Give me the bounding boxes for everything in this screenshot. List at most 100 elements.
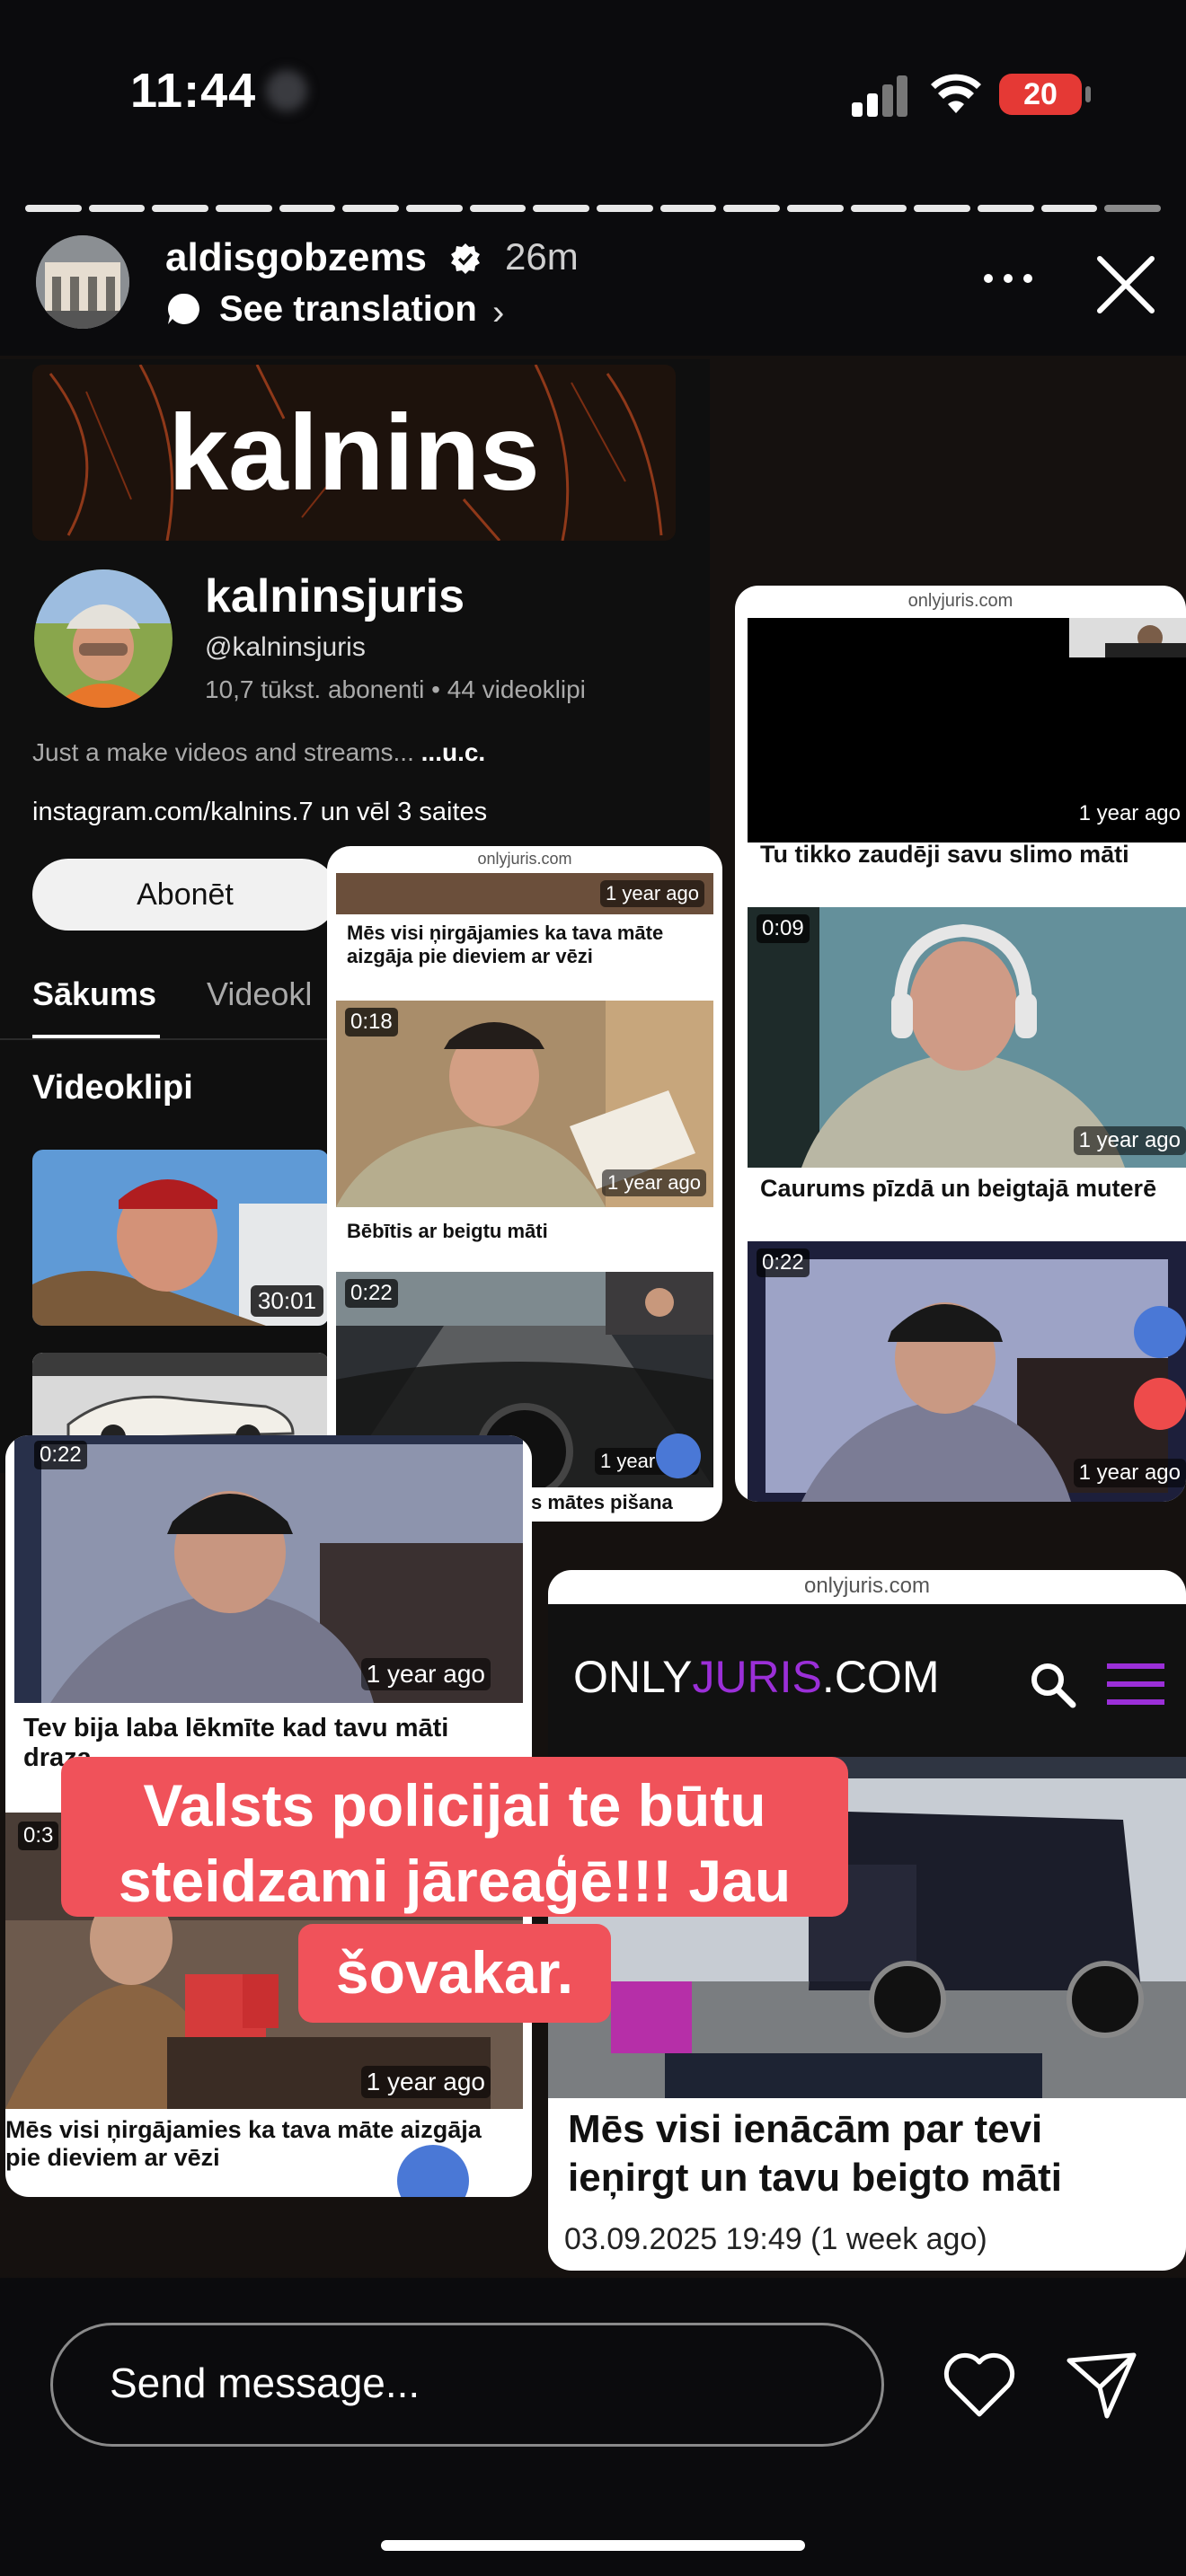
story-progress-segment — [723, 205, 781, 212]
video-title[interactable]: Tu tikko zaudēji savu slimo māti — [760, 841, 1182, 869]
banner-title: kalnins — [168, 393, 540, 513]
tab-videos[interactable]: Videokl — [207, 975, 312, 1013]
onlyjuris-card-center: onlyjuris.com 1 year ago Mēs visi ņirgāj… — [327, 846, 722, 1522]
video-duration: 30:01 — [250, 1285, 323, 1317]
tab-home[interactable]: Sākums — [32, 975, 156, 1013]
story-username[interactable]: aldisgobzems — [165, 235, 427, 280]
video-age: 1 year ago — [360, 2066, 491, 2098]
story-progress-segment — [469, 205, 527, 212]
battery-level: 20 — [1023, 77, 1058, 111]
video-thumbnail[interactable]: 30:01 — [32, 1150, 329, 1326]
see-translation-link[interactable]: See translation — [219, 289, 477, 330]
send-icon[interactable] — [1066, 2351, 1137, 2420]
story-progress-segment — [216, 205, 272, 212]
video-duration: 0:09 — [757, 914, 810, 943]
wifi-icon — [931, 74, 981, 113]
card-url: onlyjuris.com — [803, 1574, 931, 1598]
more-options-icon[interactable] — [981, 269, 1035, 287]
caption-line-1: Valsts policijai te būtu — [143, 1772, 766, 1839]
battery-icon: 20 — [999, 74, 1082, 115]
story-progress-segment — [25, 205, 82, 212]
close-icon[interactable] — [1094, 253, 1157, 316]
story-progress-segment — [914, 205, 971, 212]
story-progress-segment — [659, 205, 717, 212]
refresh-icon[interactable] — [656, 1434, 701, 1478]
verified-badge-icon — [451, 243, 480, 274]
story-progress-segment — [342, 205, 400, 212]
video-age: 1 year ago — [600, 880, 704, 907]
battery-cap — [1085, 86, 1091, 102]
story-progress-segment — [1040, 205, 1098, 212]
story-time-ago: 26m — [505, 235, 579, 278]
video-title[interactable]: Caurums pīzdā un beigtajā muterē — [760, 1175, 1182, 1203]
video-thumbnail[interactable]: 0:22 1 year ago — [748, 1241, 1186, 1502]
onlyjuris-card-right: onlyjuris.com 1 year ago Tu tikko zaudēj… — [735, 586, 1186, 1502]
chat-icon[interactable] — [1134, 1378, 1186, 1430]
video-age: 1 year ago — [602, 1169, 706, 1196]
video-thumbnail[interactable]: 1 year ago — [336, 873, 713, 914]
story-progress-segment — [1104, 205, 1162, 212]
video-duration: 0:22 — [34, 1441, 87, 1469]
card-url: onlyjuris.com — [477, 850, 572, 868]
home-indicator — [381, 2540, 805, 2551]
logo-juris: JURIS — [692, 1652, 822, 1702]
story-caption-box: šovakar. — [298, 1924, 611, 2023]
story-progress-segment — [787, 205, 844, 212]
search-icon[interactable] — [1028, 1660, 1076, 1708]
story-progress-segment — [597, 205, 653, 212]
status-time: 11:44 — [130, 64, 257, 118]
story-progress-bar — [25, 205, 1162, 212]
video-age: 1 year ago — [1073, 1459, 1186, 1487]
video-duration: 0:22 — [757, 1248, 810, 1277]
site-header: ONLYJURIS.COM — [548, 1604, 1186, 1757]
story-progress-segment — [533, 205, 590, 212]
chevron-right-icon: › — [492, 293, 505, 332]
onlyjuris-card-bottom: onlyjuris.com ONLYJURIS.COM Mēs visi ien… — [548, 1570, 1186, 2271]
message-placeholder: Send message... — [110, 2360, 420, 2406]
subscribe-button[interactable]: Abonēt — [32, 859, 338, 931]
refresh-icon[interactable] — [1134, 1306, 1186, 1358]
channel-name: kalninsjuris — [205, 570, 465, 622]
video-age: 1 year ago — [1073, 799, 1186, 828]
story-caption-box: Valsts policijai te būtu steidzami jārea… — [61, 1757, 848, 1917]
story-progress-segment — [279, 205, 336, 212]
site-logo[interactable]: ONLYJURIS.COM — [573, 1651, 939, 1703]
story-progress-segment — [978, 205, 1034, 212]
video-title[interactable]: Mēs visi ņirgājamies ka tava māte aizgāj… — [347, 922, 706, 968]
article-title[interactable]: Mēs visi ienācām par tevi ieņirgt un tav… — [568, 2105, 1170, 2202]
logo-com: .COM — [821, 1652, 940, 1702]
video-thumbnail[interactable]: 1 year ago — [748, 618, 1186, 842]
video-duration: 0:18 — [345, 1008, 398, 1037]
menu-icon[interactable] — [1107, 1660, 1164, 1708]
description-text: Just a make videos and streams... — [32, 738, 414, 766]
description-more: ...u.c. — [420, 738, 486, 766]
story-progress-segment — [850, 205, 907, 212]
video-thumbnail[interactable]: 0:18 1 year ago — [336, 1001, 713, 1207]
logo-only: ONLY — [573, 1652, 693, 1702]
blurred-indicator — [266, 70, 307, 111]
caption-line-2: steidzami jāreaģē!!! Jau — [118, 1848, 792, 1914]
video-duration: 0:3 — [18, 1822, 59, 1850]
story-avatar[interactable] — [36, 235, 129, 329]
channel-stats: 10,7 tūkst. abonenti • 44 videoklipi — [205, 675, 586, 703]
video-thumbnail[interactable]: 0:09 1 year ago — [748, 907, 1186, 1168]
video-duration: 0:22 — [345, 1279, 398, 1308]
video-title[interactable]: Bēbītis ar beigtu māti — [347, 1220, 706, 1243]
cellular-signal-icon — [852, 75, 907, 117]
video-thumbnail[interactable]: 0:22 1 year ago — [14, 1435, 523, 1703]
card-url: onlyjuris.com — [907, 591, 1013, 611]
story-progress-segment — [152, 205, 209, 212]
caption-line-3: šovakar. — [335, 1939, 574, 2006]
story-progress-segment — [88, 205, 146, 212]
heart-icon[interactable] — [942, 2351, 1017, 2420]
article-date: 03.09.2025 19:49 (1 week ago) — [564, 2222, 987, 2256]
section-title: Videoklipi — [32, 1069, 193, 1107]
story-progress-segment — [406, 205, 463, 212]
channel-link[interactable]: instagram.com/kalnins.7 un vēl 3 saites — [32, 798, 487, 827]
channel-banner: kalnins — [32, 365, 676, 541]
channel-avatar[interactable] — [34, 569, 173, 708]
channel-description[interactable]: Just a make videos and streams... ...u.c… — [32, 738, 485, 767]
video-age: 1 year ago — [360, 1658, 491, 1690]
translation-icon[interactable] — [165, 291, 201, 327]
video-age: 1 year ago — [1073, 1126, 1186, 1155]
